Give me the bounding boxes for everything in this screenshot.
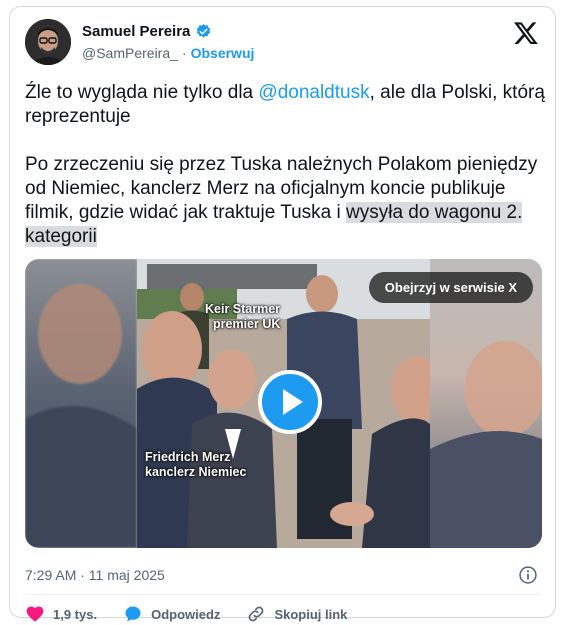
x-logo-icon[interactable] [513, 20, 539, 46]
video-caption-merz: Friedrich Merz kanclerz Niemiec [145, 450, 246, 480]
link-icon [249, 606, 264, 622]
verified-badge-icon [197, 24, 211, 38]
mention-link[interactable]: @donaldtusk [258, 82, 369, 103]
video-caption-starmer: Keir Starmer premier UK [205, 302, 280, 332]
video-player[interactable]: Keir Starmer premier UK Friedrich Merz k… [25, 259, 542, 548]
like-count: 1,9 tys. [53, 606, 98, 622]
reply-label: Odpowiedz [151, 606, 221, 622]
author-name[interactable]: Samuel Pereira [82, 23, 190, 40]
info-icon[interactable] [518, 565, 538, 585]
like-button[interactable]: 1,9 tys. [25, 604, 97, 624]
tweet-card: Samuel Pereira @SamPereira_ · Obserwuj Ź… [9, 6, 556, 622]
caption-line: Friedrich Merz [145, 450, 231, 464]
reply-bubble-icon [125, 606, 141, 622]
timestamp[interactable]: 7:29 AM · 11 maj 2025 [25, 567, 165, 583]
divider [25, 594, 540, 595]
video-side-blur-left [25, 259, 137, 548]
caption-line: premier UK [213, 317, 281, 331]
reply-button[interactable]: Odpowiedz [123, 604, 220, 624]
tweet-text: Źle to wygląda nie tylko dla @donaldtusk… [25, 81, 545, 249]
caption-line: Keir Starmer [205, 302, 281, 316]
view-on-x-button[interactable]: Obejrzyj w serwisie X [368, 272, 533, 303]
author-handle[interactable]: @SamPereira_ [82, 45, 178, 61]
copy-link-label: Skopiuj link [274, 606, 348, 622]
play-button[interactable] [258, 370, 322, 434]
caption-line: kanclerz Niemiec [145, 465, 247, 479]
avatar[interactable] [25, 19, 71, 65]
play-icon [283, 389, 303, 415]
heart-icon [26, 606, 44, 622]
separator-dot: · [181, 45, 187, 61]
copy-link-button[interactable]: Skopiuj link [246, 604, 347, 624]
tweet-text-part: Źle to wygląda nie tylko dla [25, 82, 259, 103]
follow-button[interactable]: Obserwuj [191, 45, 255, 61]
